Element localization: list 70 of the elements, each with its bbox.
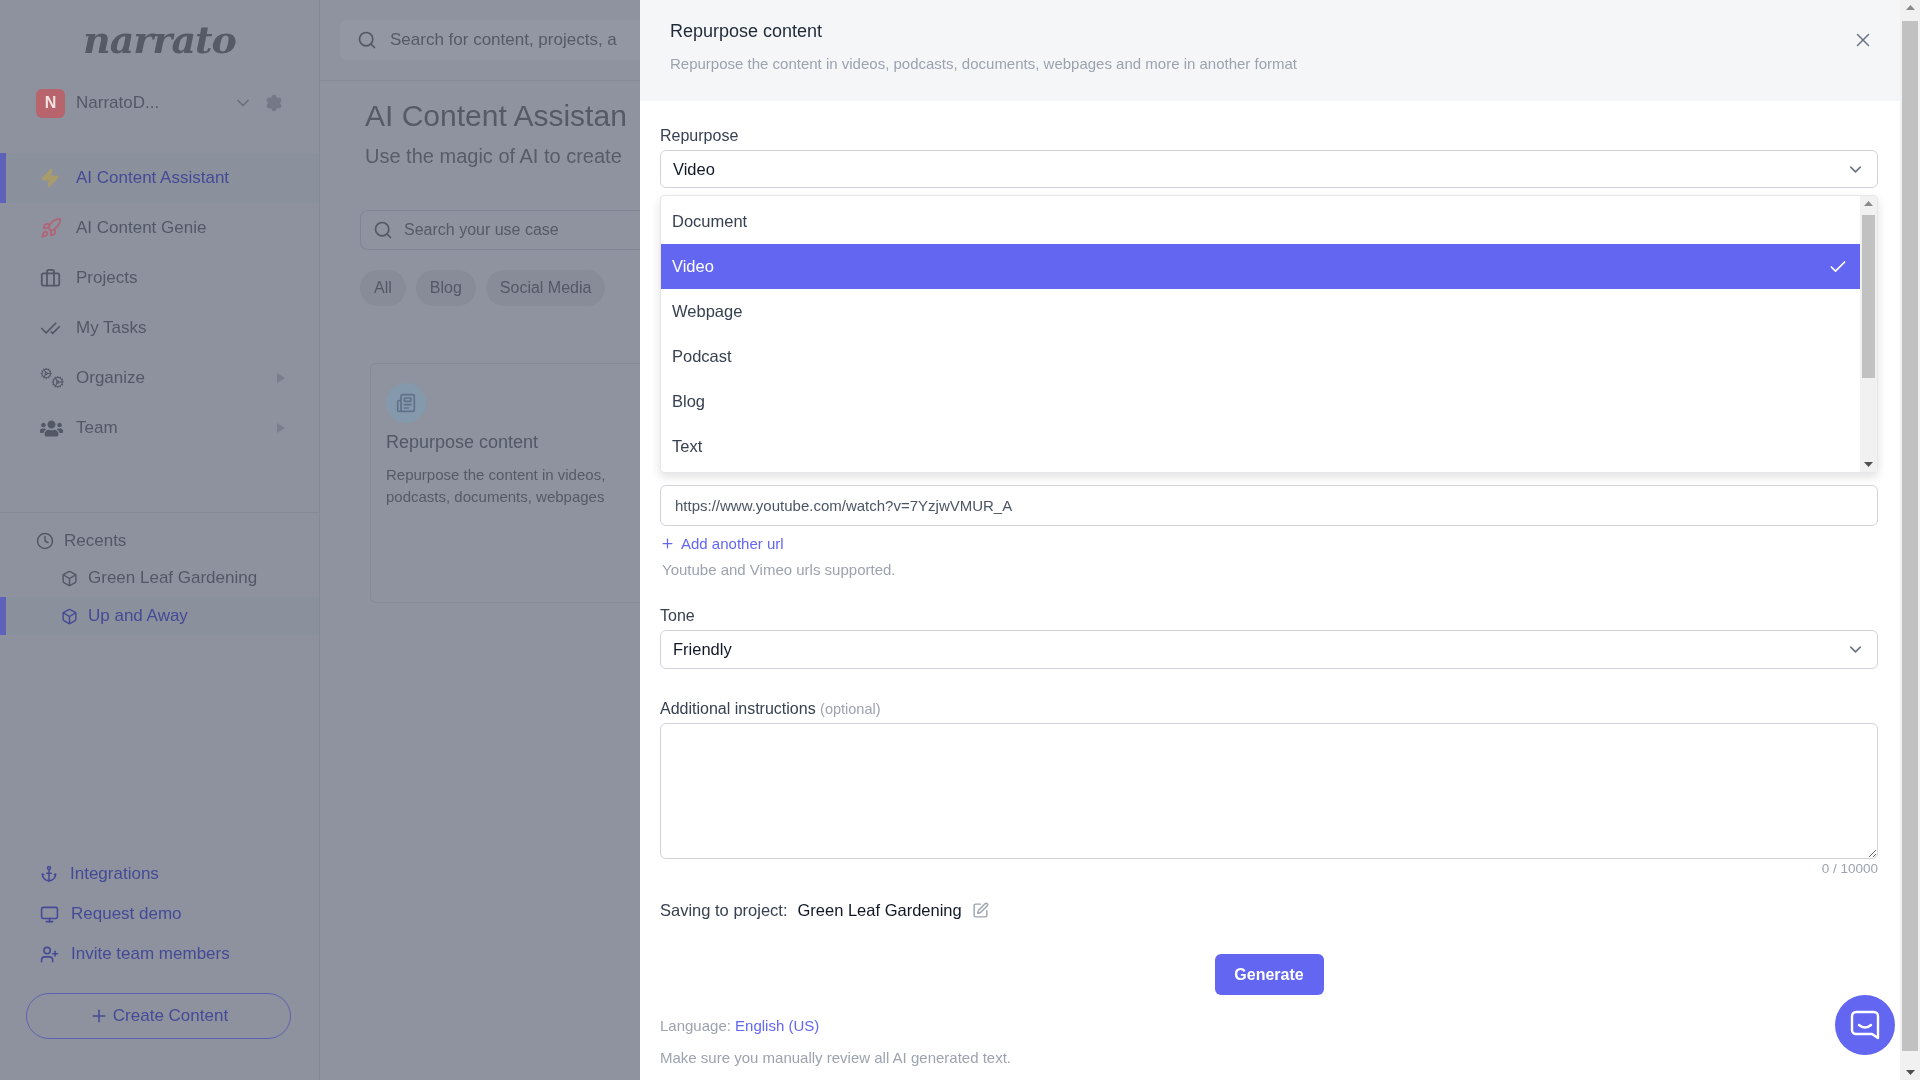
modal-subtitle: Repurpose the content in videos, podcasts, documents, webpages and more in another format [670, 54, 1298, 74]
dropdown-option[interactable]: Blog [661, 379, 1860, 424]
settings-icon[interactable] [265, 94, 283, 112]
dropdown-option[interactable]: Webpage [661, 289, 1860, 334]
monitor-icon [40, 904, 59, 924]
sidebar-nav-item[interactable]: My Tasks [0, 303, 319, 353]
lightning-bolt-icon [40, 168, 60, 188]
dropdown-option[interactable]: Podcast [661, 334, 1860, 379]
sidebar-nav-item[interactable]: AI Content Genie [0, 203, 319, 253]
url-hint: Youtube and Vimeo urls supported. [662, 561, 897, 579]
dropdown-option[interactable]: Text [661, 424, 1860, 469]
search-field[interactable]: Search for content, projects, a [340, 20, 640, 60]
sidebar-link[interactable]: Invite team members [0, 934, 319, 974]
recent-project-item[interactable]: Green Leaf Gardening [0, 559, 319, 597]
scrollbar-thumb[interactable] [1902, 21, 1918, 1051]
scrollbar-thumb[interactable] [1861, 215, 1876, 378]
generate-button[interactable]: Generate [1214, 954, 1324, 995]
cube-icon [61, 607, 78, 625]
language-link[interactable]: English (US) [735, 1017, 820, 1034]
page-subtitle: Use the magic of AI to create [365, 144, 623, 169]
caret-up-icon[interactable] [1905, 5, 1915, 10]
instructions-textarea[interactable] [660, 723, 1878, 859]
language-note: Language: English (US) [660, 1017, 820, 1035]
gears-icon [40, 367, 64, 389]
cube-icon [61, 569, 78, 587]
anchor-icon [40, 865, 58, 883]
sidebar-link[interactable]: Integrations [0, 854, 319, 894]
add-url-link[interactable]: Add another url [660, 534, 784, 552]
page-title: AI Content Assistan [365, 98, 628, 134]
edit-button[interactable] [971, 901, 989, 919]
chat-icon [1850, 1010, 1880, 1040]
dropdown-option[interactable]: Document [661, 199, 1860, 244]
project-label: Saving to project: [660, 900, 788, 920]
add-user-icon [40, 944, 59, 964]
character-counter: 0 / 10000 [1821, 861, 1878, 877]
scrollbar[interactable] [1860, 196, 1877, 472]
use-case-search-field[interactable]: Search your use case [360, 210, 640, 250]
clock-icon [36, 532, 54, 550]
caret-up-icon[interactable] [1864, 201, 1873, 206]
recents-heading: Recents [64, 531, 127, 551]
sidebar-nav-item[interactable]: Team [0, 403, 319, 453]
logo[interactable]: narrato [83, 18, 236, 62]
newspaper-icon [386, 383, 426, 423]
repurpose-select[interactable]: Video [660, 150, 1878, 188]
field-label: Tone [660, 606, 696, 626]
url-input[interactable]: https://www.youtube.com/watch?v=7YzjwVMUR_A [660, 485, 1878, 526]
card-description: Repurpose the content in videos, podcasts, documents, webpages [386, 465, 607, 507]
modal-title: Repurpose content [670, 20, 824, 43]
workspace-avatar: N [36, 88, 65, 118]
sidebar-nav-item[interactable]: Projects [0, 253, 319, 303]
search-icon [373, 220, 393, 240]
project-name: Green Leaf Gardening [797, 900, 962, 920]
field-label: Repurpose [660, 126, 740, 146]
caret-down-icon[interactable] [1905, 1070, 1915, 1075]
sidebar-link[interactable]: Request demo [0, 894, 319, 934]
dropdown-option[interactable]: Video [661, 244, 1860, 289]
sidebar-nav-item[interactable]: Organize [0, 353, 319, 403]
briefcase-icon [40, 267, 61, 289]
caret-down-icon[interactable] [1864, 462, 1873, 467]
search-icon [357, 30, 377, 50]
edit-icon [971, 901, 989, 919]
rocket-icon [40, 217, 62, 239]
workspace-name[interactable]: NarratoD... [76, 93, 233, 113]
tone-select[interactable]: Friendly [660, 630, 1878, 669]
field-label: Additional instructions (optional) [660, 699, 882, 719]
disclaimer: Make sure you manually review all AI generated text. [660, 1049, 1011, 1067]
chat-button[interactable] [1835, 995, 1895, 1055]
card-title: Repurpose content [386, 431, 540, 454]
plus-icon [660, 535, 675, 551]
scrollbar[interactable] [1900, 0, 1920, 1080]
